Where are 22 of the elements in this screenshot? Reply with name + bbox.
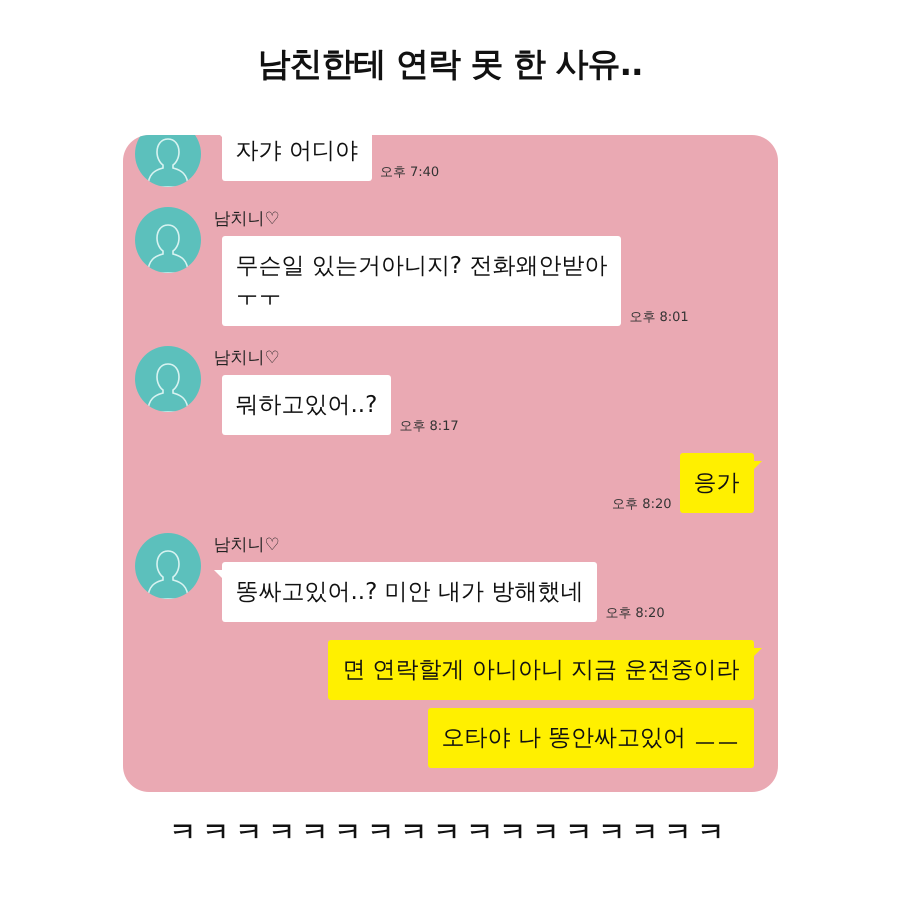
sender-name: 남치니♡ bbox=[214, 208, 281, 230]
message-bubble: 뭐하고있어..? bbox=[222, 375, 392, 435]
person-icon bbox=[146, 547, 190, 599]
person-icon bbox=[146, 360, 190, 412]
message-bubble: 무슨일 있는거아니지? 전화왜안받아 ㅜㅜ bbox=[222, 236, 622, 326]
message-bubble: 오타야 나 똥안싸고있어 ㅡㅡ bbox=[428, 708, 754, 768]
person-icon bbox=[146, 135, 190, 187]
sender-name: 남치니♡ bbox=[214, 534, 281, 556]
message-bubble: 응가 bbox=[680, 453, 754, 513]
message-bubble: 자갸 어디야 bbox=[222, 135, 372, 181]
caption: ㅋㅋㅋㅋㅋㅋㅋㅋㅋㅋㅋㅋㅋㅋㅋㅋㅋ bbox=[170, 816, 730, 850]
person-icon bbox=[146, 221, 190, 273]
post-title: 남친한테 연락 못 한 사유.. bbox=[257, 43, 643, 85]
message-time: 오후 8:20 bbox=[605, 605, 665, 622]
message-time: 오후 8:20 bbox=[612, 496, 672, 513]
message-time: 오후 7:40 bbox=[380, 164, 440, 181]
message-bubble: 똥싸고있어..? 미안 내가 방해했네 bbox=[222, 562, 598, 622]
message-bubble: 면 연락할게 아니아니 지금 운전중이라 bbox=[328, 640, 754, 700]
avatar[interactable] bbox=[134, 135, 200, 187]
message-time: 오후 8:17 bbox=[399, 418, 459, 435]
sender-name: 남치니♡ bbox=[214, 347, 281, 369]
message-time: 오후 8:01 bbox=[629, 309, 689, 326]
